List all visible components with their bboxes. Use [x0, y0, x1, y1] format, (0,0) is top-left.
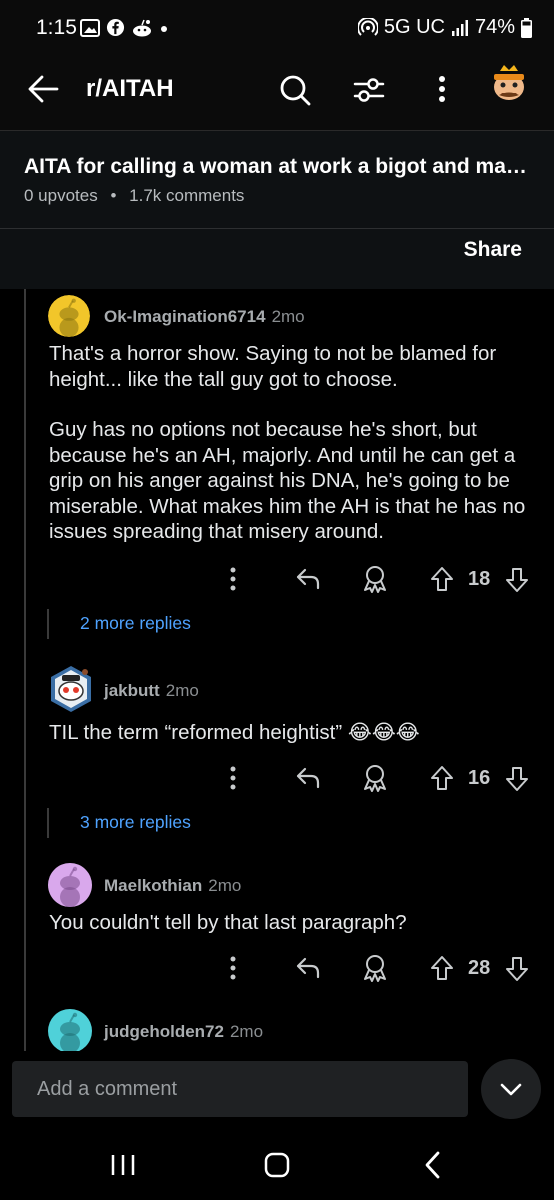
divider — [0, 228, 554, 229]
comment-age: 2mo — [208, 876, 242, 895]
back-arrow-icon[interactable] — [26, 74, 60, 104]
comment-actions: 16 — [222, 763, 532, 793]
upvote-icon[interactable] — [430, 955, 454, 981]
avatar-icon[interactable] — [486, 62, 532, 108]
award-icon[interactable] — [362, 565, 388, 593]
gallery-icon — [80, 18, 100, 37]
comment-author-row: jakbutt 2mo — [104, 681, 199, 701]
back-nav-icon[interactable] — [421, 1150, 445, 1180]
comment-paragraph: You couldn't tell by that last paragraph… — [49, 911, 407, 934]
sort-filter-icon[interactable] — [352, 74, 386, 106]
recent-apps-icon[interactable] — [109, 1152, 137, 1178]
downvote-icon[interactable] — [505, 567, 529, 593]
status-bar: 1:15 5G UC 74% — [0, 0, 554, 56]
award-icon[interactable] — [362, 764, 388, 792]
reddit-icon — [133, 19, 151, 36]
comment-age: 2mo — [229, 1022, 264, 1041]
snoo-avatar-icon — [48, 1009, 92, 1051]
comment-age: 2mo — [165, 681, 199, 700]
comment-avatar[interactable] — [48, 295, 90, 342]
more-replies-link[interactable]: 2 more replies — [80, 613, 191, 634]
comment-author-row: Ok-Imagination6714 2mo — [104, 307, 305, 327]
comment-avatar[interactable] — [48, 1009, 92, 1051]
app-bar: r/AITAH — [0, 56, 554, 131]
upvote-icon[interactable] — [430, 765, 454, 791]
comment-paragraph: That's a horror show. Saying to not be b… — [49, 342, 497, 391]
jump-to-next-button[interactable] — [481, 1059, 541, 1119]
comment-count: 1.7k comments — [129, 186, 245, 205]
reply-icon[interactable] — [295, 766, 321, 790]
reply-icon[interactable] — [295, 956, 321, 980]
comment-paragraph: Guy has no options not because he's shor… — [49, 418, 526, 543]
vote-count: 18 — [468, 568, 491, 590]
comment-body: That's a horror show. Saying to not be b… — [49, 341, 539, 545]
comment-avatar[interactable] — [48, 863, 92, 912]
comment-author-row: judgeholden72 2mo — [104, 1022, 263, 1042]
more-options-icon[interactable] — [228, 765, 238, 791]
comment-author[interactable]: Maelkothian — [104, 876, 202, 895]
reply-thread-line — [47, 808, 49, 838]
search-icon[interactable] — [278, 73, 312, 107]
comment-body: You couldn't tell by that last paragraph… — [49, 910, 539, 936]
hotspot-icon — [357, 17, 378, 36]
share-button[interactable]: Share — [464, 238, 522, 262]
home-icon[interactable] — [263, 1151, 291, 1179]
comment-actions: 28 — [222, 953, 532, 983]
subreddit-title[interactable]: r/AITAH — [86, 75, 174, 103]
more-options-icon[interactable] — [228, 955, 238, 981]
battery-icon — [521, 17, 532, 38]
comment-body: TIL the term “reformed heightist” 😂😂😂 — [49, 720, 539, 746]
add-comment-placeholder: Add a comment — [37, 1078, 178, 1100]
chevron-down-icon — [500, 1083, 522, 1096]
network-label: 5G UC — [383, 16, 445, 38]
more-replies-link[interactable]: 3 more replies — [80, 812, 191, 833]
comment-author[interactable]: Ok-Imagination6714 — [104, 307, 266, 326]
comment-actions: 18 — [222, 564, 532, 594]
comment-paragraph: TIL the term “reformed heightist” 😂😂😂 — [49, 721, 420, 744]
downvote-icon[interactable] — [505, 956, 529, 982]
add-comment-input[interactable]: Add a comment — [12, 1061, 468, 1117]
more-options-icon[interactable] — [228, 566, 238, 592]
robot-avatar-icon — [51, 666, 91, 712]
comment-input-bar: Add a comment — [0, 1051, 554, 1131]
status-time: 1:15 — [36, 16, 77, 39]
overflow-menu-icon[interactable] — [433, 73, 451, 105]
post-title[interactable]: AITA for calling a woman at work a bigot… — [24, 155, 534, 179]
award-icon[interactable] — [362, 954, 388, 982]
snoo-avatar-icon — [48, 295, 90, 337]
post-header: AITA for calling a woman at work a bigot… — [0, 131, 554, 289]
facebook-icon — [106, 18, 125, 37]
upvote-count: 0 upvotes — [24, 186, 98, 205]
status-right: 5G UC 74% — [357, 16, 532, 39]
upvote-icon[interactable] — [430, 566, 454, 592]
vote-count: 16 — [468, 767, 491, 789]
comment-list: Ok-Imagination6714 2mo That's a horror sh… — [0, 289, 554, 1051]
thread-line — [24, 289, 26, 1051]
reply-thread-line — [47, 609, 49, 639]
comment-author[interactable]: judgeholden72 — [104, 1022, 224, 1041]
dot-icon — [161, 25, 167, 32]
battery-label: 74% — [474, 16, 515, 38]
snoo-avatar-icon — [48, 863, 92, 907]
vote-count: 28 — [468, 957, 491, 979]
downvote-icon[interactable] — [505, 766, 529, 792]
signal-icon — [451, 19, 468, 36]
comment-author[interactable]: jakbutt — [104, 681, 160, 700]
system-nav-bar — [0, 1131, 554, 1200]
comment-age: 2mo — [271, 307, 305, 326]
notification-icons — [80, 18, 169, 37]
reply-icon[interactable] — [295, 567, 321, 591]
comment-author-row: Maelkothian 2mo — [104, 876, 241, 896]
post-meta: 0 upvotes • 1.7k comments — [24, 186, 244, 206]
meta-separator: • — [110, 186, 117, 205]
comment-avatar[interactable] — [48, 664, 94, 719]
